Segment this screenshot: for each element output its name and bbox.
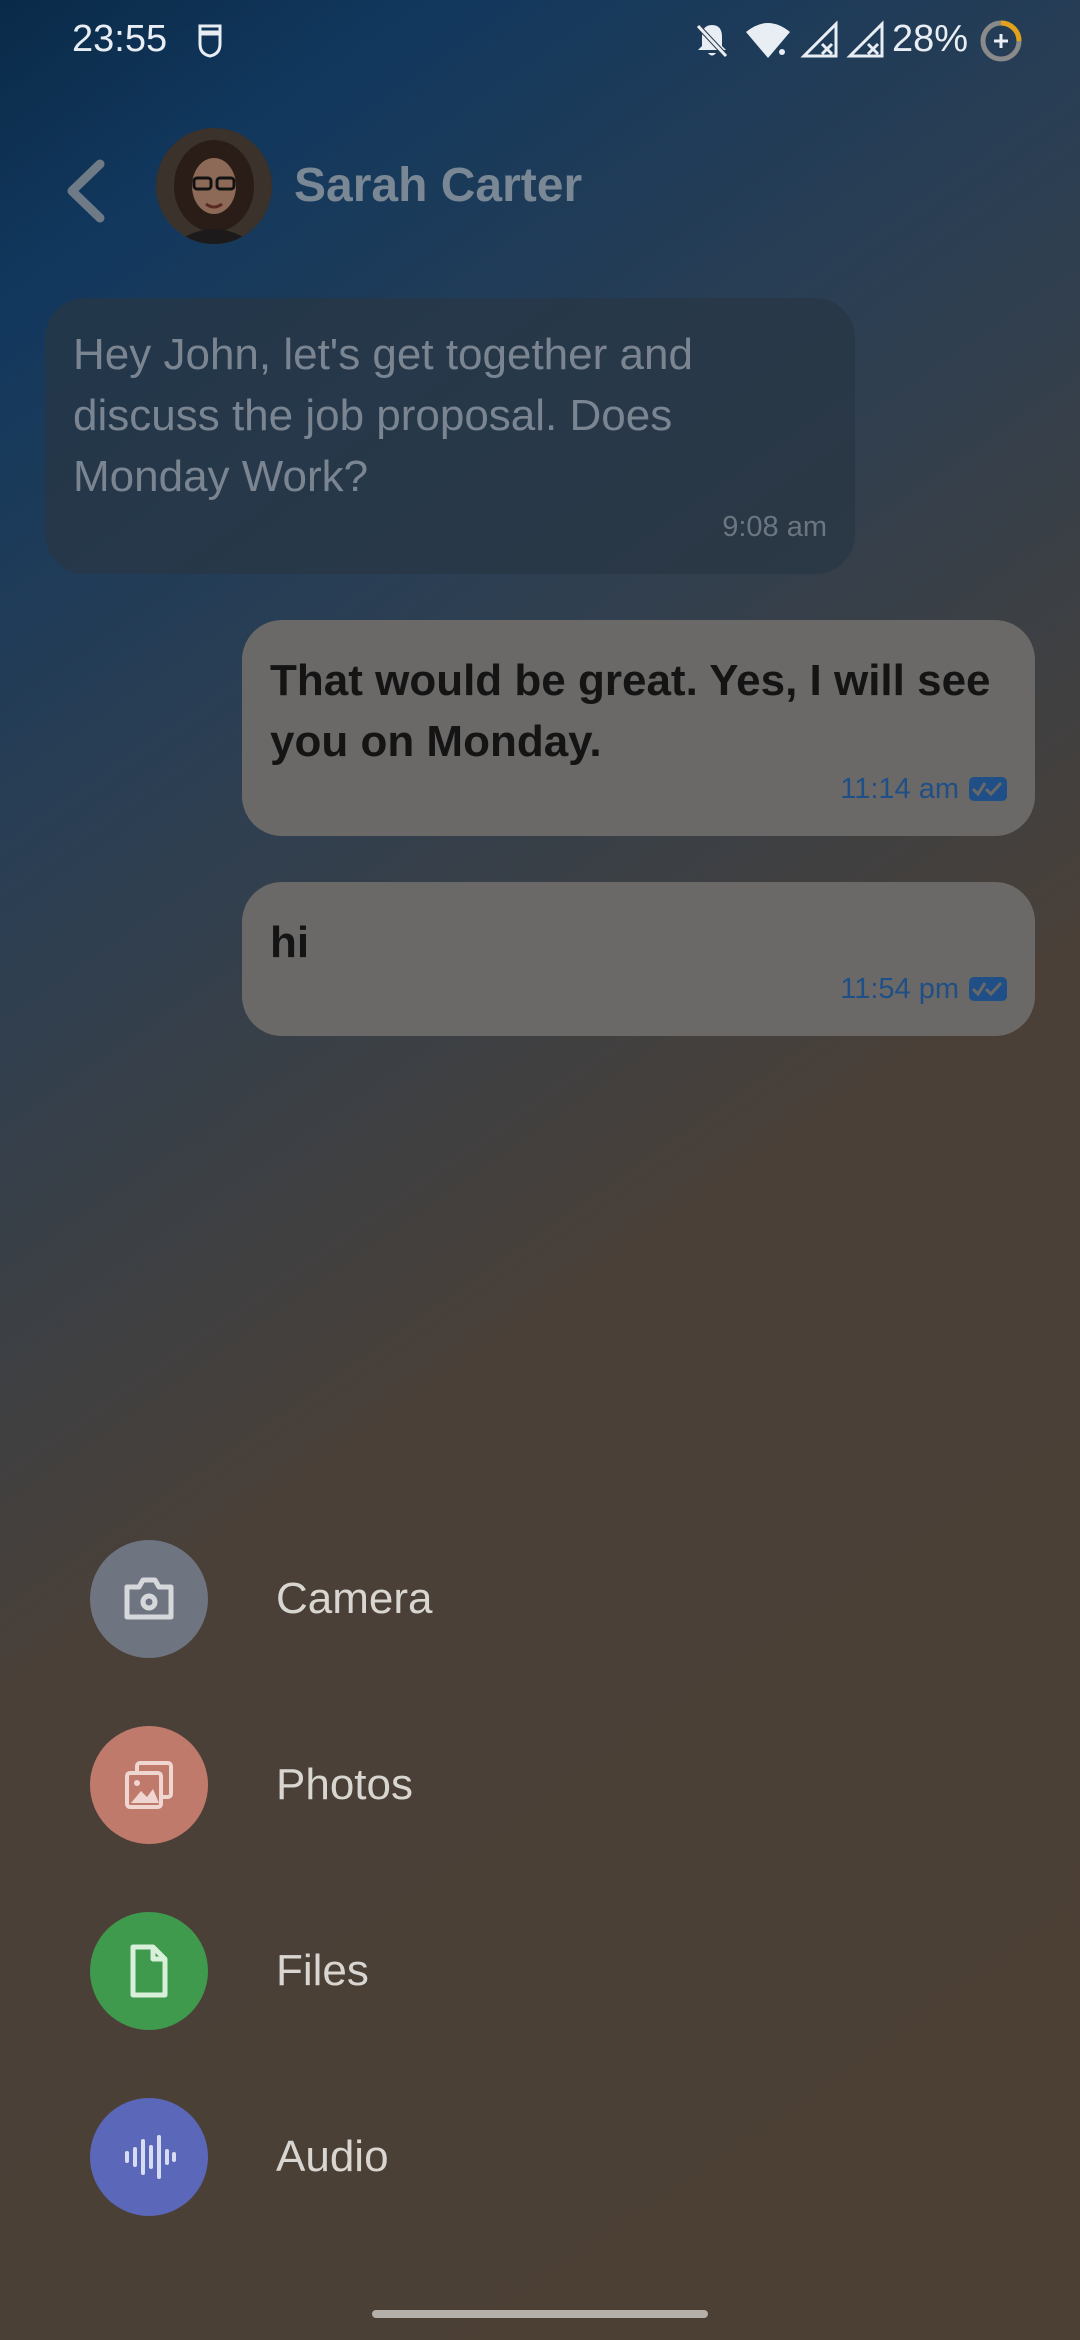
attach-label: Photos (276, 1760, 413, 1809)
file-icon-circle[interactable] (90, 1912, 208, 2030)
attach-camera-option[interactable]: Camera (90, 1540, 990, 1658)
privacy-icon (198, 24, 222, 58)
camera-icon-circle[interactable] (90, 1540, 208, 1658)
wifi-icon (746, 23, 790, 58)
attach-files-option[interactable]: Files (90, 1912, 990, 2030)
attach-audio-option[interactable]: Audio (90, 2098, 990, 2216)
camera-icon (124, 1577, 174, 1620)
message-bubble-incoming[interactable]: Hey John, let's get together and discuss… (45, 298, 855, 574)
message-text: hi (270, 918, 310, 967)
double-check-icon (969, 977, 1007, 1001)
avatar[interactable] (156, 128, 272, 244)
file-icon (130, 1944, 168, 1998)
message-meta: 11:14 am (840, 772, 1007, 806)
signal-no-data-icon (800, 20, 838, 58)
home-indicator[interactable] (372, 2310, 708, 2318)
message-bubble-outgoing[interactable]: That would be great. Yes, I will see you… (242, 620, 1035, 836)
status-time: 23:55 (72, 18, 168, 60)
photos-icon (125, 1761, 173, 1809)
audio-icon-circle[interactable] (90, 2098, 208, 2216)
message-text: Hey John, let's get together and discuss… (73, 330, 693, 501)
message-meta: 11:54 pm (840, 972, 1007, 1006)
double-check-icon (969, 777, 1007, 801)
status-bar: 23:55 28% (0, 0, 1080, 80)
message-time: 9:08 am (722, 511, 827, 543)
attach-label: Files (276, 1946, 369, 1995)
message-time: 11:14 am (840, 772, 959, 805)
chevron-left-icon[interactable] (58, 156, 118, 226)
contact-avatar-image (156, 128, 272, 244)
photos-icon-circle[interactable] (90, 1726, 208, 1844)
chat-header: Sarah Carter (0, 120, 1080, 260)
attach-label: Camera (276, 1574, 433, 1623)
message-text: That would be great. Yes, I will see you… (270, 656, 991, 766)
audio-wave-icon (125, 2135, 176, 2179)
battery-percent: 28% (891, 18, 968, 60)
attach-label: Audio (276, 2132, 389, 2181)
signal-no-data-icon (846, 20, 884, 58)
battery-saver-icon (980, 20, 1022, 62)
message-bubble-outgoing[interactable]: hi 11:54 pm (242, 882, 1035, 1036)
message-time: 11:54 pm (840, 972, 959, 1005)
notifications-off-icon (696, 24, 728, 58)
attach-photos-option[interactable]: Photos (90, 1726, 990, 1844)
contact-name[interactable]: Sarah Carter (294, 158, 582, 213)
